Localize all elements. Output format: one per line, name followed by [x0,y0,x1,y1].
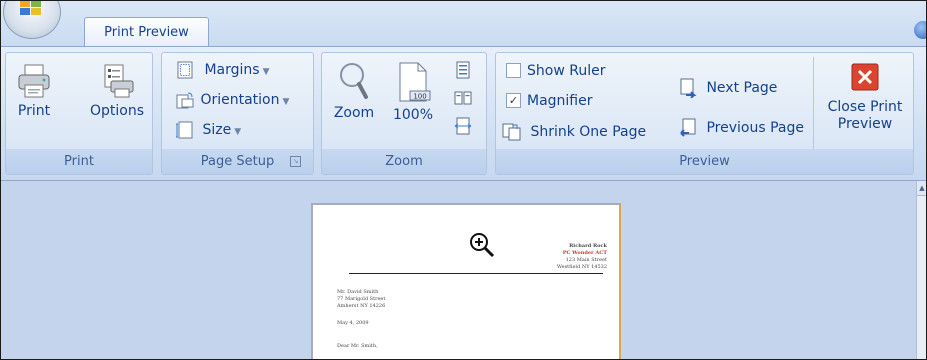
sender-city: Westfield NY 14532 [556,264,607,270]
show-ruler-label: Show Ruler [527,63,606,79]
group-divider [813,57,814,149]
page-width-icon [454,117,472,135]
next-page-label: Next Page [706,80,778,96]
recipient-city: Amherst NY 14226 [337,303,386,309]
previous-page-label: Previous Page [706,120,804,136]
office-logo-icon [20,1,41,15]
scroll-up-icon[interactable]: ▲ [917,181,926,196]
page-100-icon-text: 100 [413,93,426,101]
ribbon: Print Options Print Margins ▼ Orientatio… [1,46,926,181]
document-preview-area[interactable]: Richard Rock PC Wonder ACT 123 Main Stre… [1,181,926,359]
page-size-icon [176,121,193,139]
preview-group-label: Preview [496,149,913,174]
size-button[interactable]: Size ▼ [176,121,241,139]
print-group-label: Print [6,149,152,174]
next-page-button[interactable]: Next Page [678,78,777,98]
page-setup-label: Page Setup [200,154,275,169]
page-width-button[interactable] [454,117,472,135]
vertical-scrollbar[interactable]: ▲ [916,181,926,359]
print-group: Print Options Print [5,52,153,175]
magnifying-glass-icon [340,63,368,99]
tab-strip: Print Preview [1,1,926,47]
page-setup-group: Margins ▼ Orientation ▼ Size ▼ Page Setup [161,52,314,175]
two-pages-icon [454,91,472,105]
close-print-preview-line2: Preview [837,116,893,132]
margins-label: Margins [204,62,260,78]
letter-salutation: Dear Mr. Smith, [337,343,378,349]
magnifier-cursor-icon [470,233,495,258]
shrink-page-icon [502,123,521,141]
dialog-launcher-icon[interactable]: ↘ [290,156,301,167]
options-button-label: Options [89,103,145,119]
zoom-group: Zoom 100 100% Zoom [321,52,487,175]
page-100-icon: 100 [399,62,431,102]
shrink-one-page-label: Shrink One Page [530,124,647,140]
two-pages-button[interactable] [454,89,472,107]
show-ruler-checkbox[interactable]: Show Ruler [506,62,606,79]
zoom-100-label: 100% [392,107,434,123]
options-button[interactable]: Options [84,63,150,119]
magnifier-checkbox[interactable]: ✓ Magnifier [506,92,593,109]
zoom-group-label: Zoom [322,149,486,174]
letterhead-rule [349,273,603,274]
orientation-icon [176,92,194,109]
shrink-one-page-button[interactable]: Shrink One Page [502,123,646,141]
size-label: Size [202,122,232,138]
one-page-button[interactable] [454,61,472,79]
chevron-down-icon: ▼ [234,127,242,137]
one-page-icon [456,61,470,79]
orientation-button[interactable]: Orientation ▼ [176,91,289,109]
print-button-label: Print [17,103,51,119]
print-options-icon [104,64,134,98]
margins-button[interactable]: Margins ▼ [176,61,270,79]
magnifier-label: Magnifier [527,93,593,109]
chevron-down-icon: ▼ [262,67,270,77]
chevron-down-icon: ▼ [282,97,290,107]
recipient-street: 77 Marigold Street [337,296,386,302]
margins-icon [177,61,193,79]
next-page-icon [680,78,697,98]
sender-name: Richard Rock [569,243,607,249]
office-button[interactable] [3,1,61,39]
recipient-name: Mr. David Smith [337,289,379,295]
previous-page-button[interactable]: Previous Page [678,118,804,138]
magnifier-check[interactable]: ✓ [506,92,521,108]
zoom-label: Zoom [333,105,375,121]
previous-page-icon [680,118,696,137]
preview-group: Show Ruler ✓ Magnifier Shrink One Page Ne… [495,52,914,175]
close-print-preview-button[interactable]: Close Print Preview [820,63,910,133]
preview-page[interactable]: Richard Rock PC Wonder ACT 123 Main Stre… [311,203,621,359]
print-preview-window: Print Preview Print Options Print Margin… [0,0,927,360]
sender-street: 123 Main Street [565,257,607,263]
tab-print-preview[interactable]: Print Preview [84,17,209,47]
page-setup-group-label: Page Setup ↘ [162,149,313,174]
help-icon[interactable] [914,21,926,39]
show-ruler-check[interactable] [506,62,521,78]
zoom-100-button[interactable]: 100 100% [386,61,440,123]
zoom-button[interactable]: Zoom [328,61,380,121]
sender-company: PC Wonder ACT [562,250,607,256]
close-print-preview-line1: Close Print [827,99,903,115]
print-button[interactable]: Print [10,63,58,119]
orientation-label: Orientation [200,92,280,108]
letter-date: May 4, 2009 [337,320,369,326]
printer-icon [18,64,50,98]
close-icon [851,63,879,91]
